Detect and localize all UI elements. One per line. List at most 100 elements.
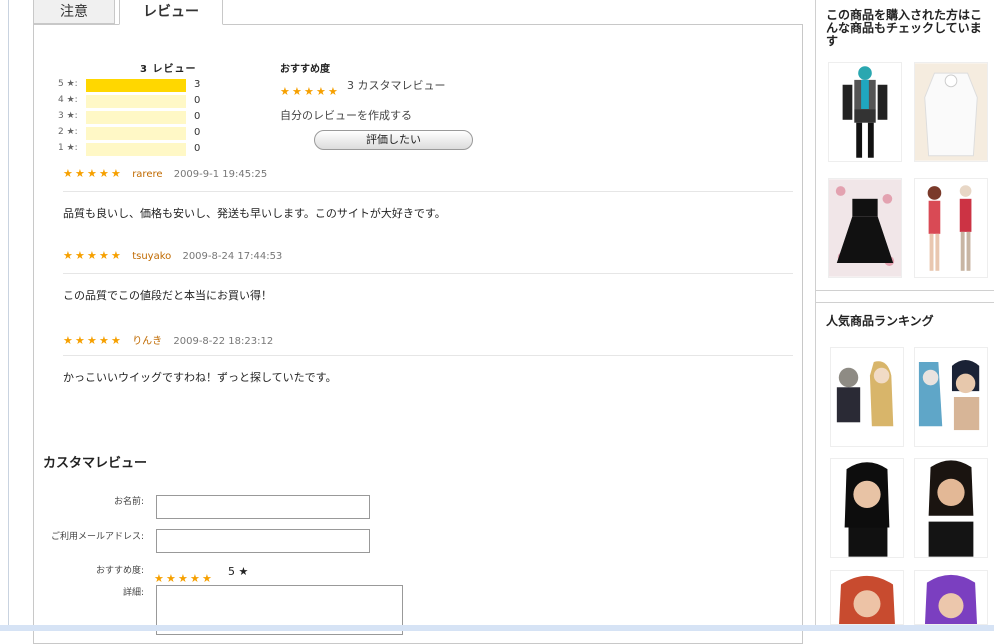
name-input[interactable] [156, 495, 370, 519]
detail-label: 詳細: [122, 588, 144, 598]
star-icon[interactable]: ★ [190, 573, 201, 584]
review-author: りんき [132, 336, 163, 347]
review-text: 品質も良いし、価格も安いし、発送も早いします。このサイトが大好きです。 [63, 207, 446, 220]
star-icon: ★ [75, 249, 85, 262]
rating-bar [86, 111, 186, 124]
rating-bar-fill [86, 79, 186, 92]
review-stars: ★ ★ ★ ★ ★ [63, 250, 123, 261]
review-header: ★ ★ ★ ★ ★ りんき 2009-8-22 18:23:12 [63, 332, 274, 347]
star-icon: ★ [87, 249, 97, 262]
rating-label: 4 ★: [58, 95, 78, 105]
star-icon[interactable]: ★ [178, 573, 189, 584]
wig-image [915, 459, 987, 557]
wig-image [915, 571, 987, 624]
rating-bar [86, 127, 186, 140]
email-label: ご利用メールアドレス: [50, 532, 144, 542]
star-icon: ★ [111, 334, 121, 347]
rating-value: 5 ★ [228, 565, 249, 578]
tab-review[interactable]: レビュー [119, 0, 223, 25]
review-divider [63, 273, 793, 274]
star-icon: ★ [99, 334, 109, 347]
product-thumbnail[interactable] [914, 62, 988, 162]
rating-bar [86, 143, 186, 156]
star-icon: ★ [63, 249, 73, 262]
rating-count: 0 [194, 143, 201, 154]
star-icon[interactable]: ★ [154, 573, 165, 584]
review-text: かっこいいウイッグですわね！ずっと探していたです。 [63, 371, 337, 384]
star-icon: ★ [99, 167, 109, 180]
product-thumbnail[interactable] [914, 178, 988, 278]
wig-image [831, 459, 903, 557]
product-thumbnail[interactable] [828, 62, 902, 162]
review-stars: ★ ★ ★ ★ ★ [63, 335, 123, 346]
review-count-title: 3 レビュー [140, 64, 197, 75]
review-date: 2009-9-1 19:45:25 [173, 169, 268, 180]
rating-stars-selector[interactable]: ★ ★ ★ ★ ★ [154, 567, 214, 584]
ranking-thumbnail[interactable] [914, 347, 988, 447]
wig-image [831, 348, 903, 446]
review-stars: ★ ★ ★ ★ ★ [63, 168, 123, 179]
star-icon: ★ [111, 167, 121, 180]
star-icon: ★ [280, 85, 290, 98]
costume-image [829, 63, 901, 161]
review-divider [63, 355, 793, 356]
review-header: ★ ★ ★ ★ ★ rarere 2009-9-1 19:45:25 [63, 168, 267, 182]
rating-count: 3 [194, 79, 201, 90]
rating-label: 3 ★: [58, 111, 78, 121]
star-icon: ★ [75, 334, 85, 347]
ranking-thumbnail[interactable] [914, 570, 988, 625]
blouse-image [915, 63, 987, 161]
star-icon: ★ [63, 334, 73, 347]
rating-label: おすすめ度: [95, 566, 144, 576]
star-icon: ★ [316, 85, 326, 98]
recommend-stars: ★ ★ ★ ★ ★ [280, 80, 340, 97]
ranking-thumbnail[interactable] [830, 570, 904, 625]
review-author: rarere [132, 169, 163, 180]
rating-count: 0 [194, 127, 201, 138]
product-thumbnail[interactable] [828, 178, 902, 278]
rate-button[interactable]: 評価したい [314, 130, 473, 150]
tab-caution[interactable]: 注意 [33, 0, 115, 24]
rating-bar [86, 95, 186, 108]
review-divider [63, 191, 793, 192]
review-date: 2009-8-24 17:44:53 [182, 251, 283, 262]
review-date: 2009-8-22 18:23:12 [173, 336, 274, 347]
star-icon: ★ [87, 167, 97, 180]
star-icon[interactable]: ★ [202, 573, 213, 584]
ranking-thumbnail[interactable] [914, 458, 988, 558]
figure-costume-image [915, 179, 987, 277]
wig-image [831, 571, 903, 624]
star-icon: ★ [87, 334, 97, 347]
left-border [8, 0, 9, 631]
name-label: お名前: [113, 497, 144, 507]
skirt-image [829, 179, 901, 277]
customer-review-title: カスタマレビュー [43, 456, 148, 471]
rating-label: 2 ★: [58, 127, 78, 137]
rating-bar [86, 79, 186, 92]
email-input[interactable] [156, 529, 370, 553]
star-icon[interactable]: ★ [166, 573, 177, 584]
star-icon: ★ [111, 249, 121, 262]
ranking-title: 人気商品ランキング [826, 314, 934, 328]
recommend-label: おすすめ度 [280, 64, 330, 75]
rating-label: 1 ★: [58, 143, 78, 153]
review-header: ★ ★ ★ ★ ★ tsuyako 2009-8-24 17:44:53 [63, 250, 282, 264]
star-icon: ★ [292, 85, 302, 98]
customer-review-count: 3 カスタマレビュー [347, 79, 446, 92]
also-bought-title: この商品を購入された方はこんな商品もチェックしています [826, 8, 983, 48]
star-icon: ★ [99, 249, 109, 262]
star-icon: ★ [63, 167, 73, 180]
write-review-link[interactable]: 自分のレビューを作成する [280, 107, 412, 123]
rating-count: 0 [194, 111, 201, 122]
ranking-thumbnail[interactable] [830, 458, 904, 558]
ranking-thumbnail[interactable] [830, 347, 904, 447]
star-icon: ★ [328, 85, 338, 98]
review-text: この品質でこの値段だと本当にお買い得！ [63, 289, 272, 302]
rating-label: 5 ★: [58, 79, 78, 89]
review-author: tsuyako [132, 251, 172, 262]
star-icon: ★ [304, 85, 314, 98]
rating-count: 0 [194, 95, 201, 106]
star-icon: ★ [75, 167, 85, 180]
window-bottom-edge [0, 625, 994, 631]
wig-image [915, 348, 987, 446]
